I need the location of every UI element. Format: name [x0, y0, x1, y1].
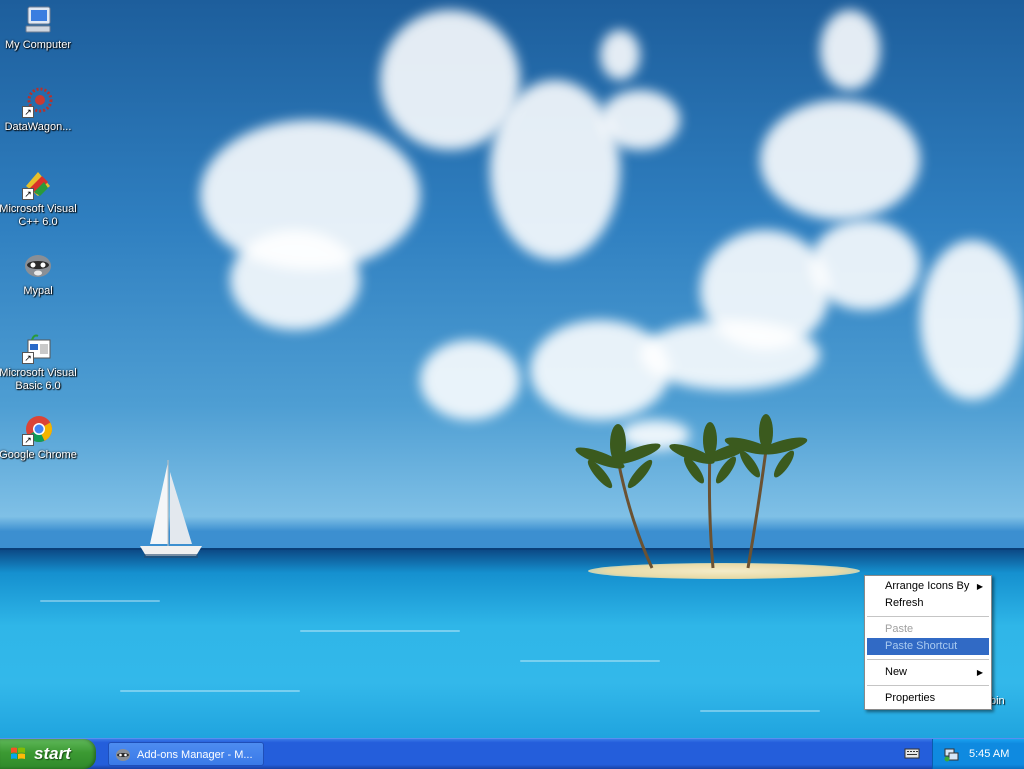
windows-flag-icon	[11, 747, 25, 759]
wallpaper-cloud	[230, 230, 360, 330]
desktop-icon-google-chrome[interactable]: ↗ Google Chrome	[0, 414, 78, 462]
desktop-icon-visual-basic[interactable]: ↗ Microsoft Visual Basic 6.0	[0, 332, 78, 393]
menu-separator	[867, 685, 989, 686]
wallpaper-cloud	[640, 320, 820, 390]
menu-item-arrange-icons-by[interactable]: Arrange Icons By ▶	[867, 578, 989, 595]
keyboard-language-icon[interactable]	[904, 746, 920, 760]
mypal-icon	[116, 749, 130, 761]
taskbar-button-addons-manager[interactable]: Add-ons Manager - M...	[108, 742, 264, 766]
desktop-icon-label: My Computer	[4, 39, 72, 51]
wallpaper-cloud	[820, 10, 880, 90]
desktop-icon-label: Microsoft Visual C++ 6.0	[0, 203, 77, 228]
start-button[interactable]: start	[0, 739, 96, 769]
start-label: start	[34, 744, 71, 763]
sailboat-image	[140, 460, 202, 558]
desktop-icon-label: Google Chrome	[0, 449, 77, 461]
menu-item-properties[interactable]: Properties	[867, 690, 989, 707]
menu-item-label: Refresh	[885, 597, 924, 609]
desktop-icon-mypal[interactable]: Mypal	[0, 250, 78, 298]
menu-item-refresh[interactable]: Refresh	[867, 595, 989, 612]
menu-separator	[867, 616, 989, 617]
submenu-arrow-icon: ▶	[976, 582, 983, 591]
shortcut-arrow-icon: ↗	[22, 352, 34, 364]
shortcut-arrow-icon: ↗	[22, 188, 34, 200]
desktop-icon-datawagon[interactable]: ↗ DataWagon...	[0, 86, 78, 134]
desktop[interactable]: My Computer ↗ DataWagon... ↗ Microsoft V…	[0, 0, 1024, 738]
desktop-icon-my-computer[interactable]: My Computer	[0, 4, 78, 52]
network-connection-icon[interactable]	[943, 746, 959, 762]
menu-item-label: Properties	[885, 692, 936, 704]
desktop-context-menu: Arrange Icons By ▶ Refresh Paste Paste S…	[864, 575, 992, 710]
wave	[300, 630, 460, 632]
system-tray: 5:45 AM	[932, 739, 1024, 769]
desktop-icon-label: Microsoft Visual Basic 6.0	[0, 367, 77, 392]
desktop-icon-label: DataWagon...	[4, 121, 72, 133]
wallpaper-cloud	[760, 100, 920, 220]
chrome-icon: ↗	[22, 414, 54, 446]
shortcut-arrow-icon: ↗	[22, 106, 34, 118]
wallpaper-cloud	[600, 30, 640, 80]
menu-item-label: Paste	[885, 623, 914, 635]
menu-item-new[interactable]: New ▶	[867, 664, 989, 681]
desktop-icon-label: Mypal	[23, 285, 53, 297]
datawagon-icon: ↗	[22, 86, 54, 118]
wallpaper-cloud	[420, 340, 520, 420]
wallpaper-cloud	[490, 80, 620, 260]
menu-item-label: Arrange Icons By	[885, 580, 970, 592]
menu-item-paste[interactable]: Paste	[867, 621, 989, 638]
my-computer-icon	[22, 4, 54, 36]
visual-cpp-icon: ↗	[22, 168, 54, 200]
wallpaper-cloud	[810, 220, 920, 310]
mypal-icon	[22, 250, 54, 282]
taskbar-clock[interactable]: 5:45 AM	[969, 739, 1009, 769]
wave	[700, 710, 820, 712]
recycle-bin-label-partial[interactable]: bin	[990, 695, 1005, 707]
palm-trees-image	[575, 414, 808, 569]
wave	[40, 600, 160, 602]
wave	[520, 660, 660, 662]
taskbar: start Add-ons Manager - M... 5:45 AM	[0, 738, 1024, 769]
submenu-arrow-icon: ▶	[976, 668, 983, 677]
taskbar-button-label: Add-ons Manager - M...	[137, 749, 253, 761]
menu-item-paste-shortcut[interactable]: Paste Shortcut	[867, 638, 989, 655]
wallpaper-cloud	[920, 240, 1024, 400]
shortcut-arrow-icon: ↗	[22, 434, 34, 446]
desktop-icon-visual-cpp[interactable]: ↗ Microsoft Visual C++ 6.0	[0, 168, 78, 229]
wave	[120, 690, 300, 692]
visual-basic-icon: ↗	[22, 332, 54, 364]
menu-item-label: Paste Shortcut	[885, 640, 958, 652]
menu-separator	[867, 659, 989, 660]
menu-item-label: New	[885, 666, 908, 678]
wallpaper-cloud	[600, 90, 680, 150]
